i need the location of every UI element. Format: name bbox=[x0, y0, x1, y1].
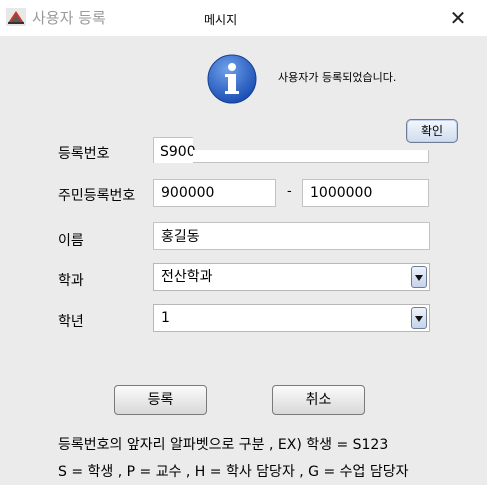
note-line-1: 등록번호의 앞자리 알파벳으로 구분 , EX) 학생 = S123 bbox=[58, 437, 389, 453]
chevron-down-icon[interactable] bbox=[411, 266, 427, 288]
reg-no-field-edge bbox=[193, 150, 429, 163]
reg-no-label: 등록번호 bbox=[58, 146, 110, 162]
dialog-message: 사용자가 등록되었습니다. bbox=[278, 71, 397, 84]
year-select-value: 1 bbox=[161, 310, 170, 326]
rrn-front-input[interactable] bbox=[153, 179, 276, 207]
register-button[interactable]: 등록 bbox=[114, 385, 207, 415]
info-icon bbox=[207, 54, 257, 104]
rrn-back-input[interactable] bbox=[302, 179, 429, 207]
dept-select[interactable]: 전산학과 bbox=[153, 263, 430, 291]
reg-no-field[interactable]: S900 bbox=[153, 137, 196, 163]
year-label: 학년 bbox=[58, 314, 84, 330]
name-input[interactable] bbox=[153, 222, 430, 250]
title-bar: 사용자 등록 메시지 ✕ bbox=[0, 0, 487, 36]
app-title: 사용자 등록 bbox=[32, 9, 106, 27]
cancel-button[interactable]: 취소 bbox=[272, 385, 365, 415]
name-label: 이름 bbox=[58, 233, 84, 249]
note-line-2: S = 학생 , P = 교수 , H = 학사 담당자 , G = 수업 담당… bbox=[58, 464, 409, 480]
close-icon[interactable]: ✕ bbox=[446, 6, 470, 30]
dept-label: 학과 bbox=[58, 273, 84, 289]
java-app-icon bbox=[6, 8, 26, 26]
ok-button[interactable]: 확인 bbox=[406, 119, 458, 143]
rrn-separator: - bbox=[287, 184, 292, 199]
chevron-down-icon[interactable] bbox=[411, 307, 427, 329]
dept-select-value: 전산학과 bbox=[161, 269, 213, 285]
rrn-label: 주민등록번호 bbox=[58, 188, 136, 204]
dialog-title: 메시지 bbox=[204, 13, 238, 27]
year-select[interactable]: 1 bbox=[153, 304, 430, 332]
